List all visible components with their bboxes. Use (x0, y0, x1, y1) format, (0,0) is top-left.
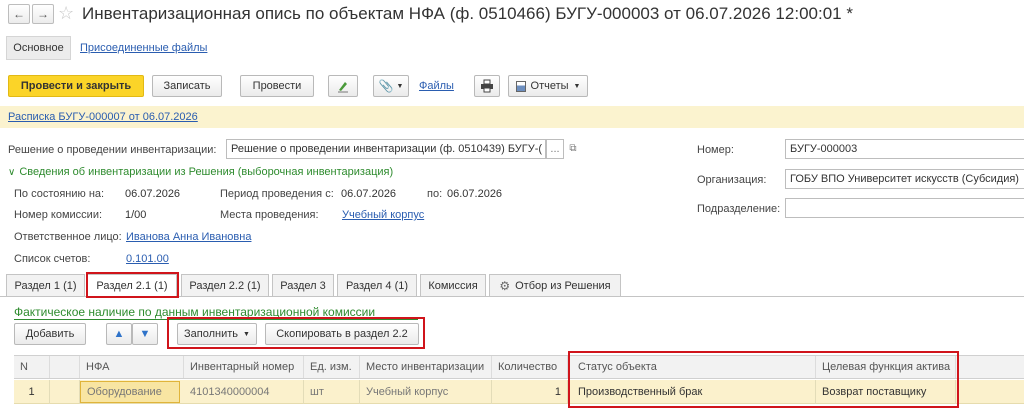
tab-commission[interactable]: Комиссия (420, 274, 486, 296)
as-of-value: 06.07.2026 (125, 188, 181, 200)
commission-label: Номер комиссии: (14, 209, 103, 221)
cell-target-function[interactable]: Возврат поставщику (816, 380, 956, 404)
cell-quantity: 1 (492, 380, 568, 404)
gear-icon: ⚙ (499, 278, 511, 293)
move-up-button[interactable]: ▲ (106, 323, 132, 345)
cell-blank (50, 380, 80, 404)
department-field[interactable] (785, 198, 1024, 218)
window-title: Инвентаризационная опись по объектам НФА… (82, 4, 853, 23)
post-button[interactable]: Провести (240, 75, 314, 97)
cell-inventory-number: 4101340000004 (184, 380, 304, 404)
number-label: Номер: (697, 144, 734, 156)
pen-icon (338, 82, 348, 93)
column-header-inventory-number[interactable]: Инвентарный номер (184, 356, 304, 378)
commission-value: 1/00 (125, 209, 147, 221)
reports-label: Отчеты (530, 80, 569, 92)
inventory-info-group[interactable]: ∨ Сведения об инвентаризации из Решения … (8, 166, 393, 178)
cell-unit: шт (304, 380, 360, 404)
paperclip-icon: 📎 (378, 79, 394, 93)
column-header-location[interactable]: Место инвентаризации (360, 356, 492, 378)
accounts-label: Список счетов: (14, 253, 91, 265)
tab-main[interactable]: Основное (6, 36, 71, 60)
responsible-link[interactable]: Иванова Анна Ивановна (126, 231, 251, 243)
chevron-down-icon: ∨ (8, 166, 16, 178)
column-header-quantity[interactable]: Количество (492, 356, 568, 378)
decision-field[interactable]: Решение о проведении инвентаризации (ф. … (226, 139, 546, 159)
back-button[interactable]: ← (8, 4, 30, 24)
post-and-close-button[interactable]: Провести и закрыть (8, 75, 144, 97)
subtitle-underline (14, 319, 418, 320)
chevron-down-icon: ▼ (243, 330, 250, 338)
signature-button[interactable] (328, 75, 358, 97)
receipt-link[interactable]: Расписка БУГУ-000007 от 06.07.2026 (8, 111, 198, 123)
column-header-blank (50, 356, 80, 378)
tab-section-1[interactable]: Раздел 1 (1) (6, 274, 85, 296)
period-from-value: 06.07.2026 (341, 188, 397, 200)
column-header-unit[interactable]: Ед. изм. (304, 356, 360, 378)
period-to-value: 06.07.2026 (447, 188, 503, 200)
responsible-label: Ответственное лицо: (14, 231, 122, 243)
fill-label: Заполнить (184, 328, 239, 340)
move-down-button[interactable]: ▼ (132, 323, 158, 345)
tab-section-3[interactable]: Раздел 3 (272, 274, 334, 296)
cell-location: Учебный корпус (360, 380, 492, 404)
decision-label: Решение о проведении инвентаризации: (8, 144, 217, 156)
files-link[interactable]: Файлы (419, 80, 454, 92)
report-icon (515, 80, 526, 92)
organization-label: Организация: (697, 174, 767, 186)
section-subtitle: Фактическое наличие по данным инвентариз… (14, 305, 376, 319)
organization-field[interactable]: ГОБУ ВПО Университет искусств (Субсидия) (785, 169, 1024, 189)
as-of-label: По состоянию на: (14, 188, 105, 200)
tab-filter-from-decision[interactable]: ⚙ Отбор из Решения (489, 274, 621, 296)
arrow-down-icon: ▼ (139, 328, 151, 340)
save-button[interactable]: Записать (152, 75, 222, 97)
tab-filter-label: Отбор из Решения (515, 279, 611, 292)
print-button[interactable] (474, 75, 500, 97)
fill-button[interactable]: Заполнить ▼ (177, 323, 257, 345)
tab-section-4[interactable]: Раздел 4 (1) (337, 274, 417, 296)
printer-icon (481, 79, 493, 93)
favorite-star-icon[interactable]: ☆ (58, 3, 74, 24)
chevron-down-icon: ▼ (396, 82, 404, 90)
cell-n: 1 (14, 380, 50, 404)
period-label: Период проведения с: (220, 188, 334, 200)
tab-attached-files[interactable]: Присоединенные файлы (80, 42, 207, 54)
department-label: Подразделение: (697, 203, 781, 215)
arrow-up-icon: ▲ (113, 328, 125, 340)
ellipsis-button[interactable]: ... (546, 139, 564, 159)
tab-section-2-1[interactable]: Раздел 2.1 (1) (87, 274, 177, 297)
inventory-info-title: Сведения об инвентаризации из Решения (в… (19, 166, 394, 178)
places-label: Места проведения: (220, 209, 319, 221)
arrow-right-icon: → (37, 7, 49, 21)
attach-button[interactable]: 📎 ▼ (373, 75, 409, 97)
reports-button[interactable]: Отчеты ▼ (508, 75, 588, 97)
column-header-nfa[interactable]: НФА (80, 356, 184, 378)
number-field[interactable]: БУГУ-000003 (785, 139, 1024, 159)
column-header-object-status[interactable]: Статус объекта (572, 356, 816, 378)
cell-nfa[interactable]: Оборудование (80, 381, 180, 403)
period-to-label: по: (427, 188, 443, 200)
forward-button[interactable]: → (32, 4, 54, 24)
accounts-link[interactable]: 0.101.00 (126, 253, 169, 265)
add-button[interactable]: Добавить (14, 323, 86, 345)
arrow-left-icon: ← (13, 7, 25, 21)
chevron-down-icon: ▼ (573, 82, 581, 90)
places-link[interactable]: Учебный корпус (342, 209, 424, 221)
cell-object-status[interactable]: Производственный брак (572, 380, 816, 404)
column-header-n[interactable]: N (14, 356, 50, 378)
copy-to-section-2-2-button[interactable]: Скопировать в раздел 2.2 (265, 323, 419, 345)
open-icon[interactable]: ⧉ (566, 141, 580, 155)
column-header-target-function[interactable]: Целевая функция актива (816, 356, 956, 378)
tab-section-2-2[interactable]: Раздел 2.2 (1) (181, 274, 269, 296)
